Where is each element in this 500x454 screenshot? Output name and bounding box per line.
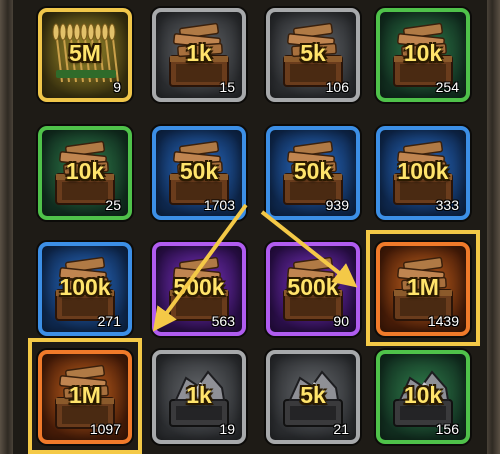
item-amount-label: 100k: [397, 158, 449, 184]
item-quantity-label: 271: [97, 313, 121, 329]
item-quantity-label: 563: [211, 313, 235, 329]
inventory-item[interactable]: 100k 333: [376, 126, 470, 220]
item-quantity-label: 156: [435, 421, 459, 437]
item-quantity-label: 9: [113, 79, 121, 95]
item-quantity-label: 939: [325, 197, 349, 213]
item-quantity-label: 1703: [203, 197, 235, 213]
item-quantity-label: 15: [219, 79, 235, 95]
inventory-item[interactable]: 100k 271: [38, 242, 132, 336]
inventory-item[interactable]: 500k 563: [152, 242, 246, 336]
inventory-item[interactable]: 1M 1097: [38, 350, 132, 444]
item-amount-label: 1M: [69, 382, 101, 408]
inventory-item[interactable]: 10k 156: [376, 350, 470, 444]
item-amount-label: 1k: [186, 382, 212, 408]
inventory-grid: 5M 9 1k 15 5k 106 10k 254 10k 25 50k 1703 50k 939 100k…: [0, 0, 500, 454]
inventory-item[interactable]: 10k 25: [38, 126, 132, 220]
item-quantity-label: 21: [333, 421, 349, 437]
item-amount-label: 500k: [173, 274, 225, 300]
item-quantity-label: 1097: [89, 421, 121, 437]
item-amount-label: 50k: [293, 158, 333, 184]
item-quantity-label: 19: [219, 421, 235, 437]
item-amount-label: 500k: [287, 274, 339, 300]
item-quantity-label: 90: [333, 313, 349, 329]
inventory-item[interactable]: 5k 21: [266, 350, 360, 444]
inventory-item[interactable]: 5k 106: [266, 8, 360, 102]
item-amount-label: 10k: [403, 40, 443, 66]
inventory-item[interactable]: 1M 1439: [376, 242, 470, 336]
inventory-item[interactable]: 1k 19: [152, 350, 246, 444]
item-amount-label: 5k: [300, 40, 326, 66]
item-amount-label: 50k: [179, 158, 219, 184]
inventory-item[interactable]: 500k 90: [266, 242, 360, 336]
inventory-item[interactable]: 10k 254: [376, 8, 470, 102]
inventory-item[interactable]: 50k 939: [266, 126, 360, 220]
item-quantity-label: 254: [435, 79, 459, 95]
item-amount-label: 10k: [65, 158, 105, 184]
item-amount-label: 5M: [69, 40, 101, 66]
item-amount-label: 100k: [59, 274, 111, 300]
item-amount-label: 5k: [300, 382, 326, 408]
inventory-item[interactable]: 1k 15: [152, 8, 246, 102]
item-amount-label: 10k: [403, 382, 443, 408]
inventory-item[interactable]: 5M 9: [38, 8, 132, 102]
item-quantity-label: 106: [325, 79, 349, 95]
item-quantity-label: 1439: [427, 313, 459, 329]
inventory-item[interactable]: 50k 1703: [152, 126, 246, 220]
item-amount-label: 1M: [407, 274, 439, 300]
item-quantity-label: 25: [105, 197, 121, 213]
item-quantity-label: 333: [435, 197, 459, 213]
item-amount-label: 1k: [186, 40, 212, 66]
